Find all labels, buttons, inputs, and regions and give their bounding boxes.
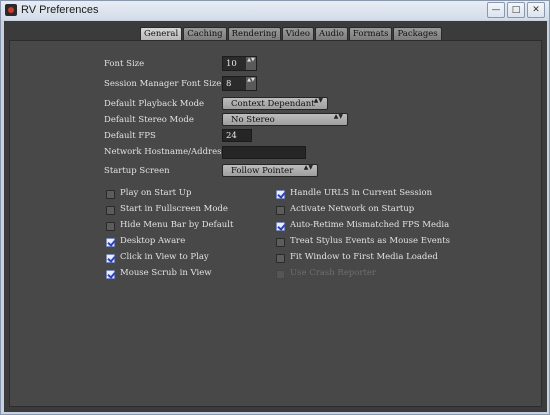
tab-general[interactable]: General — [140, 27, 183, 40]
mouse-scrub-label: Mouse Scrub in View — [120, 268, 212, 278]
click-to-play-checkbox[interactable] — [106, 254, 115, 263]
font-size-spinbox[interactable]: 10 ▲▼ — [222, 56, 257, 71]
title-bar[interactable]: RV Preferences — □ ✕ — [1, 1, 549, 20]
spin-arrows-icon[interactable]: ▲▼ — [246, 77, 256, 90]
playback-mode-select[interactable]: Context Dependant ▲▼ — [222, 97, 328, 110]
dialog-body: General Caching Rendering Video Audio Fo… — [4, 21, 547, 412]
session-font-size-value: 8 — [226, 79, 232, 89]
window-title: RV Preferences — [21, 4, 99, 16]
tab-audio[interactable]: Audio — [315, 27, 348, 40]
font-size-value: 10 — [226, 59, 237, 69]
crash-reporter-checkbox — [276, 270, 285, 279]
spin-arrows-icon[interactable]: ▲▼ — [246, 57, 256, 70]
fullscreen-label: Start in Fullscreen Mode — [120, 204, 228, 214]
default-fps-label: Default FPS — [104, 131, 156, 141]
play-on-startup-label: Play on Start Up — [120, 188, 192, 198]
activate-network-checkbox[interactable] — [276, 206, 285, 215]
session-font-size-spinbox[interactable]: 8 ▲▼ — [222, 76, 257, 91]
maximize-button[interactable]: □ — [507, 2, 525, 18]
close-button[interactable]: ✕ — [527, 2, 545, 18]
hide-menu-bar-checkbox[interactable] — [106, 222, 115, 231]
stereo-mode-select[interactable]: No Stereo ▲▼ — [222, 113, 348, 126]
default-fps-value: 24 — [226, 131, 237, 141]
stylus-events-label: Treat Stylus Events as Mouse Events — [290, 236, 451, 246]
network-hostname-input[interactable] — [222, 146, 306, 159]
hide-menu-bar-label: Hide Menu Bar by Default — [120, 220, 234, 230]
font-size-label: Font Size — [104, 59, 145, 69]
activate-network-label: Activate Network on Startup — [290, 204, 415, 214]
tab-packages[interactable]: Packages — [393, 27, 442, 40]
combo-arrows-icon: ▲▼ — [313, 97, 323, 104]
playback-mode-label: Default Playback Mode — [104, 99, 205, 109]
default-fps-input[interactable]: 24 — [222, 129, 252, 142]
stereo-mode-value: No Stereo — [231, 115, 275, 125]
stylus-events-checkbox[interactable] — [276, 238, 285, 247]
click-to-play-label: Click in View to Play — [120, 252, 209, 262]
combo-arrows-icon: ▲▼ — [333, 113, 343, 120]
tab-caching[interactable]: Caching — [183, 27, 227, 40]
stereo-mode-label: Default Stereo Mode — [104, 115, 194, 125]
startup-screen-value: Follow Pointer — [231, 166, 294, 176]
desktop-aware-checkbox[interactable] — [106, 238, 115, 247]
preferences-window: RV Preferences — □ ✕ General Caching Ren… — [0, 0, 550, 415]
playback-mode-value: Context Dependant — [231, 99, 315, 109]
window-controls: — □ ✕ — [487, 2, 545, 18]
play-on-startup-checkbox[interactable] — [106, 190, 115, 199]
session-font-size-label: Session Manager Font Size — [104, 79, 222, 89]
tab-formats[interactable]: Formats — [348, 27, 393, 40]
general-panel: Font Size Session Manager Font Size Defa… — [9, 40, 542, 407]
rv-app-icon — [5, 4, 17, 16]
auto-retime-checkbox[interactable] — [276, 222, 285, 231]
tab-bar: General Caching Rendering Video Audio Fo… — [140, 27, 442, 40]
fit-window-label: Fit Window to First Media Loaded — [290, 252, 438, 262]
mouse-scrub-checkbox[interactable] — [106, 270, 115, 279]
auto-retime-label: Auto-Retime Mismatched FPS Media — [290, 220, 450, 230]
startup-screen-select[interactable]: Follow Pointer ▲▼ — [222, 164, 318, 177]
combo-arrows-icon: ▲▼ — [303, 164, 313, 171]
tab-video[interactable]: Video — [281, 27, 315, 40]
handle-urls-checkbox[interactable] — [276, 190, 285, 199]
desktop-aware-label: Desktop Aware — [120, 236, 186, 246]
handle-urls-label: Handle URLS in Current Session — [290, 188, 433, 198]
fit-window-checkbox[interactable] — [276, 254, 285, 263]
tab-rendering[interactable]: Rendering — [227, 27, 281, 40]
fullscreen-checkbox[interactable] — [106, 206, 115, 215]
startup-screen-label: Startup Screen — [104, 166, 170, 176]
minimize-button[interactable]: — — [487, 2, 505, 18]
network-hostname-label: Network Hostname/Address — [104, 147, 226, 157]
crash-reporter-label: Use Crash Reporter — [290, 268, 376, 278]
